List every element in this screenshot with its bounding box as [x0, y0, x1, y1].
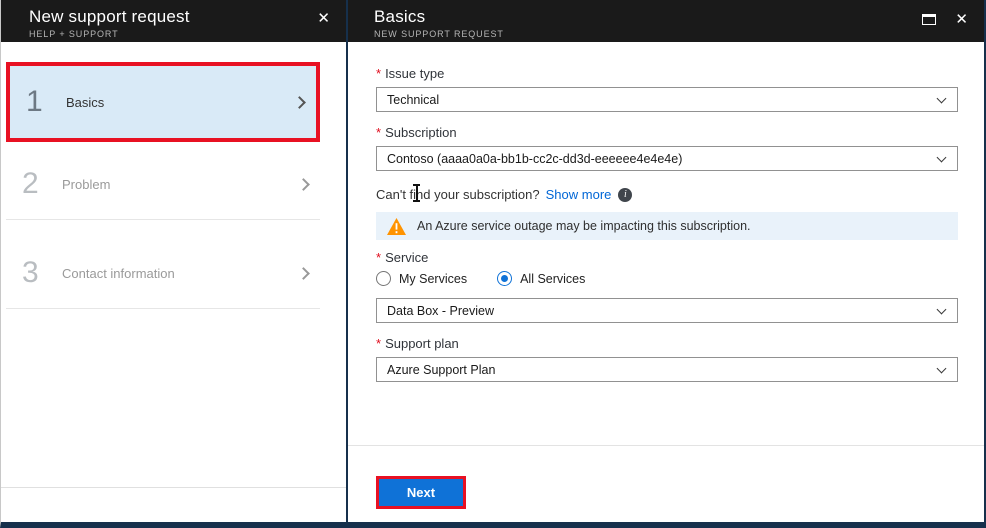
- radio-all-services-label: All Services: [520, 272, 585, 286]
- right-blade-title: Basics: [374, 7, 972, 27]
- right-footer: Next: [348, 446, 984, 522]
- right-blade-subtitle: NEW SUPPORT REQUEST: [374, 29, 972, 39]
- left-blade-title: New support request: [29, 7, 334, 27]
- issue-type-label: * Issue type: [376, 66, 958, 81]
- annotation-highlight-next: Next: [376, 476, 466, 509]
- left-blade-subtitle: HELP + SUPPORT: [29, 29, 334, 39]
- blade-new-support-request: New support request HELP + SUPPORT ✕ 1 B…: [1, 0, 348, 522]
- azure-new-support-request-screen: New support request HELP + SUPPORT ✕ 1 B…: [0, 0, 986, 528]
- step-item-basics[interactable]: 1 Basics: [10, 66, 316, 138]
- chevron-down-icon: [937, 152, 947, 162]
- show-more-link[interactable]: Show more: [546, 187, 612, 202]
- required-marker: *: [376, 125, 381, 140]
- warning-text: An Azure service outage may be impacting…: [417, 219, 751, 233]
- chevron-down-icon: [937, 363, 947, 373]
- step-label: Contact information: [62, 266, 175, 281]
- service-label-text: Service: [385, 250, 428, 265]
- issue-type-value: Technical: [387, 93, 439, 107]
- step-label: Problem: [62, 177, 110, 192]
- warning-icon: [386, 217, 407, 236]
- annotation-highlight-basics: 1 Basics: [6, 62, 320, 142]
- basics-form: * Issue type Technical * Subscription Cont…: [348, 42, 984, 445]
- step-label: Basics: [66, 95, 104, 110]
- support-plan-select[interactable]: Azure Support Plan: [376, 357, 958, 382]
- support-plan-value: Azure Support Plan: [387, 363, 495, 377]
- next-button[interactable]: Next: [379, 479, 463, 506]
- radio-my-services[interactable]: My Services: [376, 271, 467, 286]
- radio-selected-icon: [497, 271, 512, 286]
- warning-banner: An Azure service outage may be impacting…: [376, 212, 958, 240]
- subscription-help-row: Can't find your subscription? Show more …: [376, 187, 958, 202]
- subscription-select[interactable]: Contoso (aaaa0a0a-bb1b-cc2c-dd3d-eeeeee4…: [376, 146, 958, 171]
- chevron-right-icon: [297, 267, 310, 280]
- step-number: 3: [22, 256, 58, 290]
- subscription-help-text: Can't find your subscription?: [376, 187, 540, 202]
- radio-unselected-icon: [376, 271, 391, 286]
- chevron-right-icon: [293, 96, 306, 109]
- required-marker: *: [376, 66, 381, 81]
- left-footer-divider: [1, 487, 346, 488]
- step-number: 1: [26, 85, 62, 119]
- service-select[interactable]: Data Box - Preview: [376, 298, 958, 323]
- service-label: * Service: [376, 250, 958, 265]
- radio-my-services-label: My Services: [399, 272, 467, 286]
- blade-basics: Basics NEW SUPPORT REQUEST ✕ * Issue type…: [348, 0, 984, 522]
- support-plan-label: * Support plan: [376, 336, 958, 351]
- steps-list: 1 Basics 2 Problem 3 Contact information: [1, 42, 346, 522]
- radio-all-services[interactable]: All Services: [497, 271, 585, 286]
- subscription-label: * Subscription: [376, 125, 958, 140]
- info-icon[interactable]: i: [618, 188, 632, 202]
- chevron-down-icon: [937, 304, 947, 314]
- subscription-value: Contoso (aaaa0a0a-bb1b-cc2c-dd3d-eeeeee4…: [387, 152, 682, 166]
- window-icons: ✕: [922, 10, 970, 29]
- right-blade-header: Basics NEW SUPPORT REQUEST ✕: [348, 0, 984, 42]
- subscription-label-text: Subscription: [385, 125, 457, 140]
- step-number: 2: [22, 167, 58, 201]
- maximize-icon[interactable]: [922, 14, 936, 25]
- close-icon[interactable]: ✕: [953, 10, 970, 29]
- step-item-problem[interactable]: 2 Problem: [6, 149, 320, 220]
- required-marker: *: [376, 336, 381, 351]
- chevron-down-icon: [937, 93, 947, 103]
- issue-type-label-text: Issue type: [385, 66, 444, 81]
- left-blade-header: New support request HELP + SUPPORT ✕: [1, 0, 346, 42]
- chevron-right-icon: [297, 178, 310, 191]
- service-value: Data Box - Preview: [387, 304, 494, 318]
- service-radio-group: My Services All Services: [376, 271, 958, 286]
- support-plan-label-text: Support plan: [385, 336, 459, 351]
- required-marker: *: [376, 250, 381, 265]
- issue-type-select[interactable]: Technical: [376, 87, 958, 112]
- close-icon[interactable]: ✕: [315, 9, 332, 28]
- step-item-contact-information[interactable]: 3 Contact information: [6, 238, 320, 309]
